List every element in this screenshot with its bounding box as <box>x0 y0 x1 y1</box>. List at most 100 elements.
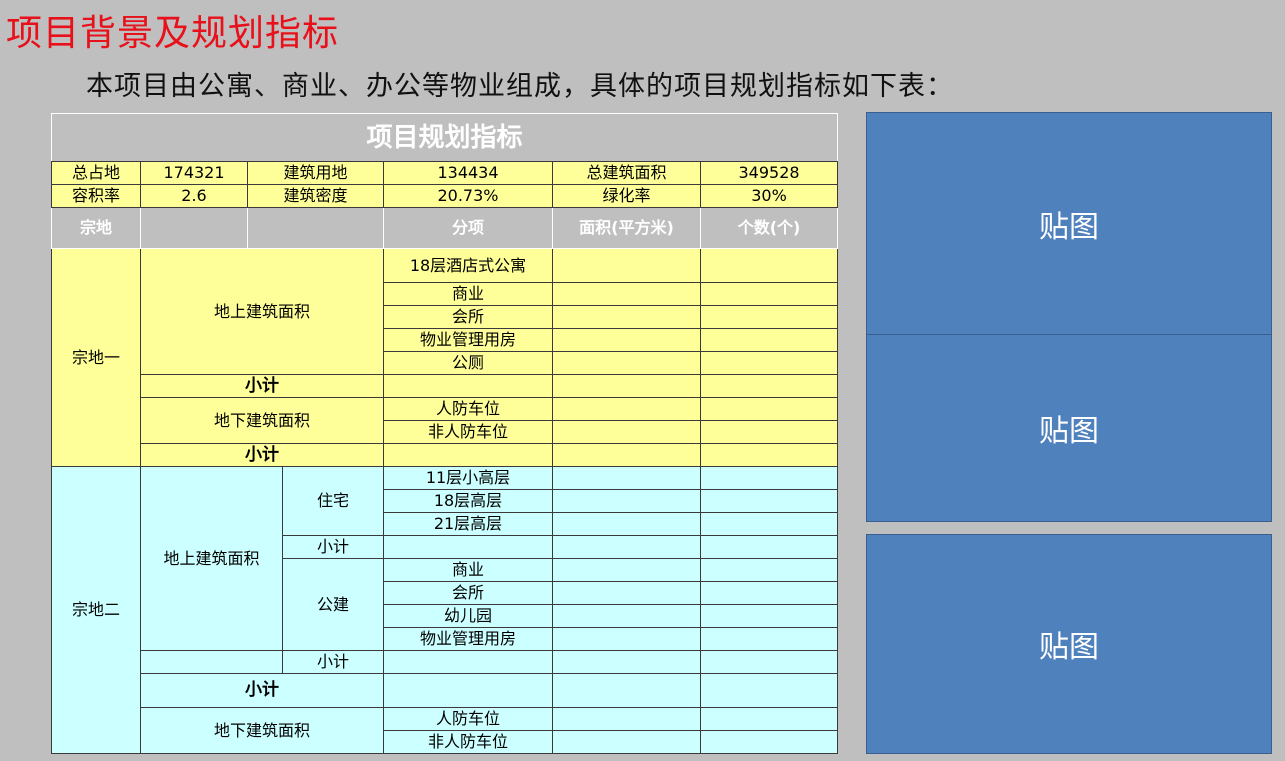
stats-row-1: 总占地 174321 建筑用地 134434 总建筑面积 349528 <box>51 161 839 185</box>
item-label: 商业 <box>383 558 553 582</box>
subtotal-label: 小计 <box>140 374 384 398</box>
image-placeholder-1[interactable]: 贴图 <box>866 112 1272 335</box>
table-row: 小计 <box>51 650 839 674</box>
stat-value: 2.6 <box>140 184 248 208</box>
count-cell[interactable] <box>699 604 839 628</box>
area-cell[interactable] <box>552 673 701 708</box>
parcel2-name: 宗地二 <box>51 466 141 754</box>
count-cell[interactable] <box>699 443 839 467</box>
stat-value: 30% <box>699 184 839 208</box>
area-cell[interactable] <box>552 374 701 398</box>
count-cell[interactable] <box>699 673 839 708</box>
count-cell[interactable] <box>699 466 839 490</box>
item-label: 人防车位 <box>383 707 553 731</box>
item-label: 物业管理用房 <box>383 328 553 352</box>
column-header-row: 宗地 分项 面积(平方米) 个数(个) <box>51 207 839 249</box>
header-zongdi: 宗地 <box>51 207 141 249</box>
image-placeholder-3[interactable]: 贴图 <box>866 534 1272 754</box>
header-empty <box>247 207 384 249</box>
area-cell[interactable] <box>552 351 701 375</box>
count-cell[interactable] <box>699 707 839 731</box>
stat-value: 134434 <box>383 161 553 185</box>
count-cell[interactable] <box>699 581 839 605</box>
table-row: 小计 <box>51 443 839 467</box>
area-cell[interactable] <box>552 604 701 628</box>
item-label: 会所 <box>383 581 553 605</box>
parcel1-name: 宗地一 <box>51 248 141 467</box>
area-cell[interactable] <box>552 581 701 605</box>
header-fenxiang: 分项 <box>383 207 553 249</box>
parcel1-above-label: 地上建筑面积 <box>140 248 384 375</box>
area-cell[interactable] <box>552 397 701 421</box>
stats-row-2: 容积率 2.6 建筑密度 20.73% 绿化率 30% <box>51 184 839 208</box>
area-cell[interactable] <box>552 707 701 731</box>
count-cell[interactable] <box>699 351 839 375</box>
subtotal-label: 小计 <box>140 443 384 467</box>
item-label: 11层小高层 <box>383 466 553 490</box>
item-label: 物业管理用房 <box>383 627 553 651</box>
area-cell[interactable] <box>552 420 701 444</box>
page-title: 项目背景及规划指标 <box>6 13 340 54</box>
count-cell[interactable] <box>699 489 839 513</box>
empty-cell <box>140 650 283 674</box>
table-row: 宗地二 地上建筑面积 住宅 11层小高层 <box>51 466 839 754</box>
item-label <box>383 374 553 398</box>
count-cell[interactable] <box>699 627 839 651</box>
item-label: 非人防车位 <box>383 420 553 444</box>
item-label: 18层高层 <box>383 489 553 513</box>
area-cell[interactable] <box>552 248 701 283</box>
area-cell[interactable] <box>552 558 701 582</box>
item-label: 商业 <box>383 282 553 306</box>
item-label <box>383 535 553 559</box>
item-label <box>383 443 553 467</box>
page-subtitle: 本项目由公寓、商业、办公等物业组成，具体的项目规划指标如下表： <box>86 71 954 102</box>
area-cell[interactable] <box>552 535 701 559</box>
area-cell[interactable] <box>552 730 701 754</box>
header-mianji: 面积(平方米) <box>552 207 701 249</box>
stat-value: 349528 <box>699 161 839 185</box>
item-label <box>383 673 553 708</box>
subtotal-label: 小计 <box>282 535 384 559</box>
subtotal-label: 小计 <box>282 650 384 674</box>
count-cell[interactable] <box>699 535 839 559</box>
count-cell[interactable] <box>699 650 839 674</box>
stat-label: 容积率 <box>51 184 141 208</box>
count-cell[interactable] <box>699 420 839 444</box>
count-cell[interactable] <box>699 282 839 306</box>
count-cell[interactable] <box>699 558 839 582</box>
area-cell[interactable] <box>552 466 701 490</box>
header-geshu: 个数(个) <box>699 207 839 249</box>
parcel1-below-label: 地下建筑面积 <box>140 397 384 444</box>
stat-label: 总建筑面积 <box>552 161 701 185</box>
planning-index-table: 项目规划指标 总占地 174321 建筑用地 134434 总建筑面积 3495… <box>50 113 839 754</box>
residential-label: 住宅 <box>282 466 384 536</box>
count-cell[interactable] <box>699 374 839 398</box>
area-cell[interactable] <box>552 512 701 536</box>
item-label: 会所 <box>383 305 553 329</box>
item-label: 18层酒店式公寓 <box>383 248 553 283</box>
area-cell[interactable] <box>552 328 701 352</box>
stat-value: 20.73% <box>383 184 553 208</box>
count-cell[interactable] <box>699 512 839 536</box>
public-label: 公建 <box>282 558 384 651</box>
area-cell[interactable] <box>552 627 701 651</box>
subtotal-label: 小计 <box>140 673 384 708</box>
area-cell[interactable] <box>552 282 701 306</box>
count-cell[interactable] <box>699 328 839 352</box>
area-cell[interactable] <box>552 489 701 513</box>
area-cell[interactable] <box>552 305 701 329</box>
count-cell[interactable] <box>699 397 839 421</box>
count-cell[interactable] <box>699 248 839 283</box>
count-cell[interactable] <box>699 305 839 329</box>
table-row: 小计 <box>51 374 839 398</box>
item-label <box>383 650 553 674</box>
table-row: 小计 <box>51 673 839 708</box>
count-cell[interactable] <box>699 730 839 754</box>
area-cell[interactable] <box>552 443 701 467</box>
area-cell[interactable] <box>552 650 701 674</box>
table-row: 地下建筑面积 人防车位 <box>51 397 839 444</box>
table-row: 地下建筑面积 人防车位 <box>51 707 839 754</box>
image-placeholder-2[interactable]: 贴图 <box>866 334 1272 522</box>
table-title: 项目规划指标 <box>50 113 839 162</box>
parcel2-above-label: 地上建筑面积 <box>140 466 283 651</box>
